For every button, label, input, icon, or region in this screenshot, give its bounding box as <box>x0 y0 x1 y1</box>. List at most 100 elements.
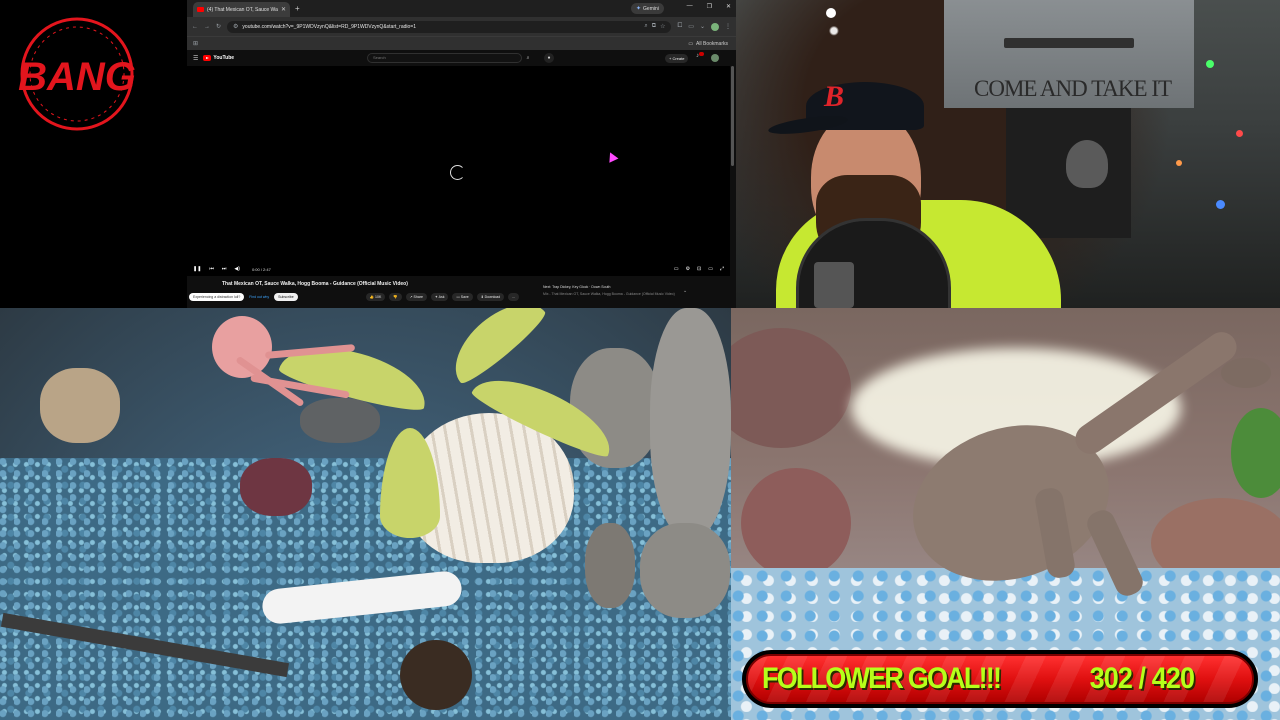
close-icon[interactable]: ✕ <box>281 6 286 13</box>
rock <box>585 523 635 608</box>
reload-icon[interactable]: ↻ <box>216 23 221 30</box>
player-controls: ❚❚ ⏮ ⏭ ◀) 0:00 / 2:47 ▭ ⚙ ⊡ ▭ ⤢ <box>187 263 730 275</box>
folder-icon: ▭ <box>688 40 694 47</box>
new-tab-icon[interactable]: + <box>295 4 300 13</box>
url-field[interactable]: ⚙ youtube.com/watch?v=_9P1WDVzynQ&list=R… <box>227 20 672 33</box>
rock <box>650 308 731 538</box>
hamburger-menu-icon[interactable]: ☰ <box>193 55 198 62</box>
aquarium-feed-left <box>0 308 731 720</box>
close-window-icon[interactable]: ✕ <box>726 3 731 10</box>
next-icon[interactable]: ⏭ <box>222 266 227 272</box>
video-action-row: Experiencing a distraction lull? Find ou… <box>189 292 559 302</box>
rock <box>640 523 730 618</box>
notification-badge <box>699 52 704 56</box>
minimize-icon[interactable]: — <box>687 3 693 10</box>
address-bar-row: ← → ↻ ⚙ youtube.com/watch?v=_9P1WDVzynQ&… <box>187 17 736 36</box>
page-scrollbar[interactable] <box>731 66 734 166</box>
url-text: youtube.com/watch?v=_9P1WDVzynQ&list=RD_… <box>242 23 416 30</box>
youtube-play-icon <box>203 55 212 61</box>
plant-leaf <box>440 308 550 389</box>
like-count: 10K <box>375 295 382 299</box>
site-info-icon[interactable]: ⚙ <box>233 23 238 30</box>
like-button[interactable]: 👍 10K <box>365 293 386 301</box>
bookmarks-bar: ⊞ ▭ All Bookmarks <box>187 36 736 50</box>
ask-label: Ask <box>438 295 445 299</box>
tab-search-icon[interactable]: ⌄ <box>700 23 705 30</box>
share-label: Share <box>413 295 423 299</box>
light-sparkle <box>1206 60 1214 68</box>
youtube-search-input[interactable]: Search <box>367 53 522 63</box>
gemini-label: Gemini <box>643 5 659 12</box>
tab-strip: (4) That Mexican OT, Sauce Wa... ✕ + ✦ G… <box>187 0 736 17</box>
red-rock <box>240 458 312 516</box>
window-controls: — ❐ ✕ <box>687 3 731 10</box>
up-next-panel[interactable]: Next: Trap Dickey, Key Glock · Down Sout… <box>543 285 688 301</box>
forward-icon[interactable]: → <box>204 24 210 30</box>
small-turtle <box>400 640 472 710</box>
apps-grid-icon[interactable]: ⊞ <box>193 40 198 47</box>
volume-icon[interactable]: ◀) <box>234 266 240 272</box>
browser-window: (4) That Mexican OT, Sauce Wa... ✕ + ✦ G… <box>187 0 736 308</box>
follower-goal-bar: FOLLOWER GOAL!!! 302 / 420 <box>742 650 1258 708</box>
turtle-head <box>1221 358 1271 388</box>
sidebar-icon[interactable]: ▭ <box>688 23 694 30</box>
theater-icon[interactable]: ▭ <box>708 266 713 272</box>
share-button[interactable]: ↗ Share <box>405 293 427 301</box>
chevron-down-icon[interactable]: ⌄ <box>683 288 687 294</box>
profile-avatar[interactable] <box>711 22 719 31</box>
more-actions-button[interactable]: ... <box>508 293 520 301</box>
microphone-icon[interactable]: ● <box>544 53 554 63</box>
youtube-logo[interactable]: YouTube <box>203 55 234 61</box>
follower-goal-label: FOLLOWER GOAL!!! <box>762 662 1002 695</box>
promo-link[interactable]: Find out why <box>248 293 270 301</box>
zoom-icon[interactable]: ⌕ <box>644 23 647 30</box>
youtube-avatar[interactable] <box>711 54 719 62</box>
hat-logo: B <box>824 80 845 113</box>
save-label: Save <box>460 295 469 299</box>
fullscreen-icon[interactable]: ⤢ <box>720 266 724 272</box>
ask-button[interactable]: ✦ Ask <box>430 293 449 301</box>
youtube-favicon-icon <box>197 7 204 12</box>
dislike-button[interactable]: 👎 <box>389 293 402 301</box>
search-icon[interactable]: ⌕ <box>522 53 534 63</box>
follower-goal-fill: FOLLOWER GOAL!!! 302 / 420 <box>746 654 1254 704</box>
download-label: Download <box>484 295 501 299</box>
video-player[interactable]: ❚❚ ⏮ ⏭ ◀) 0:00 / 2:47 ▭ ⚙ ⊡ ▭ ⤢ <box>187 66 730 276</box>
extensions-icon[interactable]: ⧠ <box>677 23 682 30</box>
create-button[interactable]: + Create <box>665 54 689 63</box>
all-bookmarks-button[interactable]: ▭ All Bookmarks <box>688 41 728 47</box>
light-sparkle <box>826 8 836 18</box>
webcam-feed: COME AND TAKE IT B <box>736 0 1280 308</box>
youtube-brand: YouTube <box>213 55 235 61</box>
download-button[interactable]: ⬇ Download <box>476 293 505 301</box>
coral <box>731 328 851 448</box>
aquatic-plant <box>1231 408 1280 498</box>
channel-logo: BANG <box>12 14 142 134</box>
stream-layout: BANG (4) That Mexican OT, Sauce Wa... ✕ … <box>0 0 1280 720</box>
coral <box>741 468 851 578</box>
pause-icon[interactable]: ❚❚ <box>193 266 201 272</box>
bookmark-star-icon[interactable]: ☆ <box>660 23 665 30</box>
skull-graphic <box>1066 140 1108 188</box>
gemini-icon: ✦ <box>636 6 642 12</box>
rock <box>40 368 120 443</box>
light-sparkle <box>1236 130 1243 137</box>
settings-gear-icon[interactable]: ⚙ <box>686 266 690 272</box>
install-icon[interactable]: ⧉ <box>652 23 656 30</box>
menu-kebab-icon[interactable]: ⋮ <box>725 23 731 30</box>
back-icon[interactable]: ← <box>192 24 198 30</box>
video-title: That Mexican OT, Sauce Walka, Hogg Booma… <box>222 281 408 287</box>
logo-text: BANG <box>18 55 136 99</box>
miniplayer-icon[interactable]: ⊡ <box>697 266 701 272</box>
maximize-icon[interactable]: ❐ <box>707 3 712 10</box>
subscribe-button[interactable]: Subscribe <box>274 293 298 301</box>
tab-youtube[interactable]: (4) That Mexican OT, Sauce Wa... ✕ <box>193 2 290 17</box>
save-button[interactable]: ▭ Save <box>452 293 473 301</box>
flag-text: COME AND TAKE IT <box>974 76 1172 101</box>
follower-goal-count: 302 / 420 <box>1089 662 1194 695</box>
gemini-button[interactable]: ✦ Gemini <box>631 3 664 14</box>
captions-icon[interactable]: ▭ <box>674 266 679 272</box>
previous-icon[interactable]: ⏮ <box>209 266 214 272</box>
mouse-cursor-icon <box>605 150 619 163</box>
loading-spinner-icon <box>450 165 465 180</box>
